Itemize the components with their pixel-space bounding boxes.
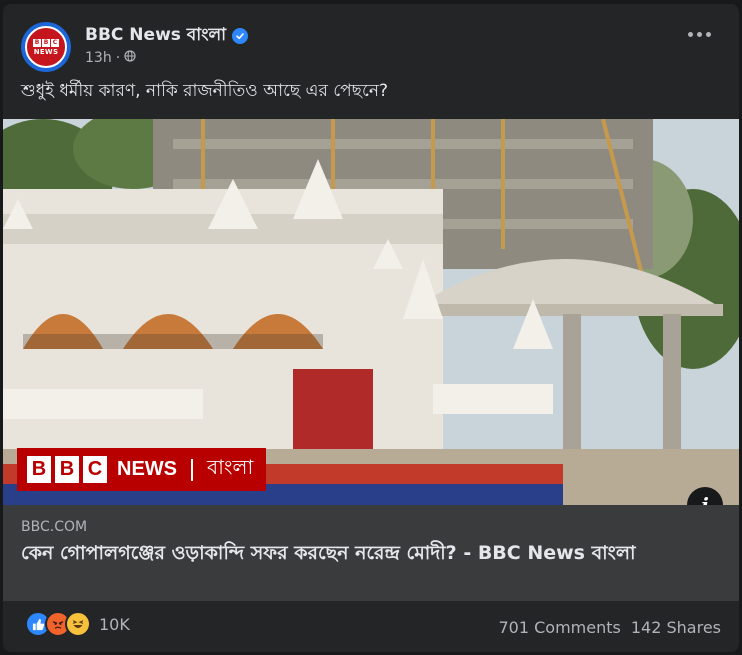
- avatar-news-text: NEWS: [33, 47, 59, 56]
- post-meta: 13h ·: [85, 50, 136, 66]
- separator-dot: ·: [115, 50, 121, 66]
- bbc-news-bangla-logo: B B C NEWS বাংলা: [17, 448, 266, 491]
- reaction-count[interactable]: 10K: [99, 615, 130, 634]
- page-avatar[interactable]: B B C NEWS: [21, 22, 71, 72]
- logo-letter: B: [27, 456, 51, 483]
- bbc-logo: B B C NEWS: [25, 26, 67, 68]
- link-title[interactable]: কেন গোপালগঞ্জের ওড়াকান্দি সফর করছেন নরে…: [21, 541, 681, 566]
- avatar-letter: B: [42, 38, 50, 47]
- post-card: B B C NEWS BBC News বাংলা 13h · শুধুই ধর…: [3, 4, 739, 652]
- post-stats: 701 Comments 142 Shares: [499, 618, 722, 637]
- link-domain: BBC.COM: [21, 519, 88, 535]
- reaction-summary[interactable]: 10K: [25, 611, 130, 637]
- link-preview-image[interactable]: B B C NEWS বাংলা: [3, 119, 739, 505]
- more-options-icon[interactable]: [688, 32, 711, 37]
- logo-news-text: NEWS: [117, 458, 177, 480]
- logo-bangla-text: বাংলা: [207, 455, 254, 479]
- avatar-letter: B: [33, 38, 41, 47]
- logo-divider: [191, 458, 193, 481]
- page-name-text[interactable]: BBC News বাংলা: [85, 22, 226, 50]
- post-caption: শুধুই ধর্মীয় কারণ, নাকি রাজনীতিও আছে এর…: [21, 81, 388, 101]
- haha-reaction-icon: [65, 611, 91, 637]
- verified-badge-icon: [232, 28, 249, 44]
- avatar-letter: C: [51, 38, 59, 47]
- post-time[interactable]: 13h: [85, 50, 112, 66]
- globe-icon: [124, 50, 136, 66]
- logo-letter: B: [55, 456, 79, 483]
- shares-count[interactable]: 142 Shares: [631, 618, 721, 637]
- page-name[interactable]: BBC News বাংলা: [85, 22, 249, 50]
- link-preview[interactable]: BBC.COM কেন গোপালগঞ্জের ওড়াকান্দি সফর ক…: [3, 505, 739, 601]
- comments-count[interactable]: 701 Comments: [499, 618, 621, 637]
- logo-letter: C: [83, 456, 107, 483]
